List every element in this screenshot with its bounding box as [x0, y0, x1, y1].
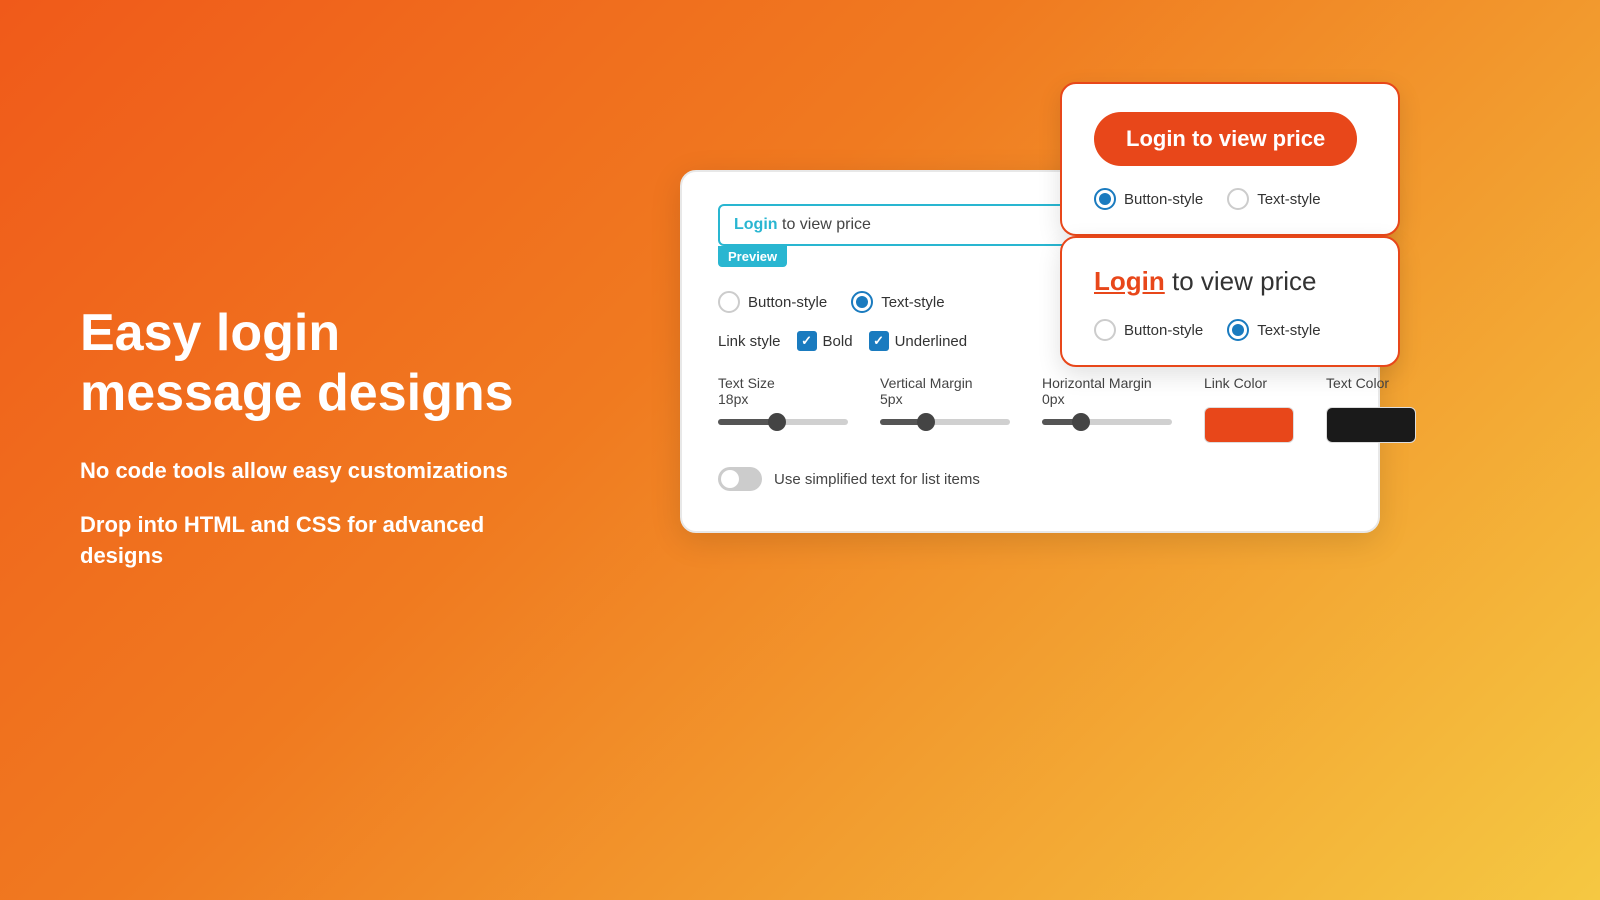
link-color-group: Link Color: [1204, 375, 1294, 443]
vertical-margin-thumb[interactable]: [917, 413, 935, 431]
text-size-thumb[interactable]: [768, 413, 786, 431]
button-style-option-text[interactable]: Text-style: [1227, 188, 1320, 210]
login-button-preview[interactable]: Login to view price: [1094, 112, 1357, 166]
radio-button-unselected: [1094, 319, 1116, 341]
link-color-label: Link Color: [1204, 375, 1294, 391]
preview-card-button-style: Login to view price Button-style Text-st…: [1060, 82, 1400, 236]
text-size-slider[interactable]: [718, 419, 848, 425]
login-link-text: Login: [1094, 266, 1165, 296]
login-text-suffix: to view price: [1165, 266, 1317, 296]
vertical-margin-title: Vertical Margin: [880, 375, 973, 391]
vertical-margin-label: Vertical Margin 5px: [880, 375, 1010, 407]
text-card-button-label: Button-style: [1124, 322, 1203, 339]
preview-login-link: Login: [734, 216, 778, 233]
text-color-label: Text Color: [1326, 375, 1416, 391]
main-button-style-option[interactable]: Button-style: [718, 291, 827, 313]
sub-text-2: Drop into HTML and CSS for advanced desi…: [80, 510, 560, 572]
radio-button-selected: [1094, 188, 1116, 210]
sub-text-1: No code tools allow easy customizations: [80, 456, 560, 487]
main-text-style-label: Text-style: [881, 294, 944, 311]
toggle-label: Use simplified text for list items: [774, 471, 980, 488]
link-style-label: Link style: [718, 333, 781, 350]
left-section: Easy login message designs No code tools…: [80, 304, 560, 596]
text-color-swatch[interactable]: [1326, 407, 1416, 443]
preview-card-text-style: Login to view price Button-style Text-st…: [1060, 236, 1400, 367]
vertical-margin-slider[interactable]: [880, 419, 1010, 425]
button-style-option-button[interactable]: Button-style: [1094, 188, 1203, 210]
button-style-radio-row: Button-style Text-style: [1094, 188, 1366, 210]
main-heading: Easy login message designs: [80, 304, 560, 424]
text-size-group: Text Size 18px: [718, 375, 848, 425]
text-card-option-text[interactable]: Text-style: [1227, 319, 1320, 341]
radio-text-selected: [1227, 319, 1249, 341]
horizontal-margin-label: Horizontal Margin 0px: [1042, 375, 1172, 407]
horizontal-margin-group: Horizontal Margin 0px: [1042, 375, 1172, 425]
text-size-title: Text Size: [718, 375, 775, 391]
underlined-checkbox-item[interactable]: ✓ Underlined: [869, 331, 968, 351]
vertical-margin-group: Vertical Margin 5px: [880, 375, 1010, 425]
vertical-margin-value: 5px: [880, 391, 903, 407]
sliders-section: Text Size 18px Vertical Margin 5px Horiz…: [718, 375, 1342, 443]
button-style-label: Button-style: [1124, 191, 1203, 208]
underlined-label: Underlined: [895, 333, 968, 350]
horizontal-margin-thumb[interactable]: [1072, 413, 1090, 431]
text-card-option-button[interactable]: Button-style: [1094, 319, 1203, 341]
text-size-label: Text Size 18px: [718, 375, 848, 407]
underlined-checkbox[interactable]: ✓: [869, 331, 889, 351]
horizontal-margin-value: 0px: [1042, 391, 1065, 407]
bold-checkbox[interactable]: ✓: [797, 331, 817, 351]
text-card-text-label: Text-style: [1257, 322, 1320, 339]
horizontal-margin-title: Horizontal Margin: [1042, 375, 1152, 391]
text-style-label: Text-style: [1257, 191, 1320, 208]
login-text-preview: Login to view price: [1094, 266, 1366, 297]
simplified-text-toggle[interactable]: [718, 467, 762, 491]
main-button-style-label: Button-style: [748, 294, 827, 311]
horizontal-margin-slider[interactable]: [1042, 419, 1172, 425]
toggle-row: Use simplified text for list items: [718, 467, 1342, 491]
main-text-style-option[interactable]: Text-style: [851, 291, 944, 313]
main-radio-button: [718, 291, 740, 313]
radio-text-unselected: [1227, 188, 1249, 210]
text-style-radio-row: Button-style Text-style: [1094, 319, 1366, 341]
text-color-group: Text Color: [1326, 375, 1416, 443]
bold-label: Bold: [823, 333, 853, 350]
preview-suffix: to view price: [778, 216, 871, 233]
main-radio-text: [851, 291, 873, 313]
link-color-swatch[interactable]: [1204, 407, 1294, 443]
bold-checkbox-item[interactable]: ✓ Bold: [797, 331, 853, 351]
preview-label: Preview: [718, 246, 787, 267]
text-size-value: 18px: [718, 391, 748, 407]
